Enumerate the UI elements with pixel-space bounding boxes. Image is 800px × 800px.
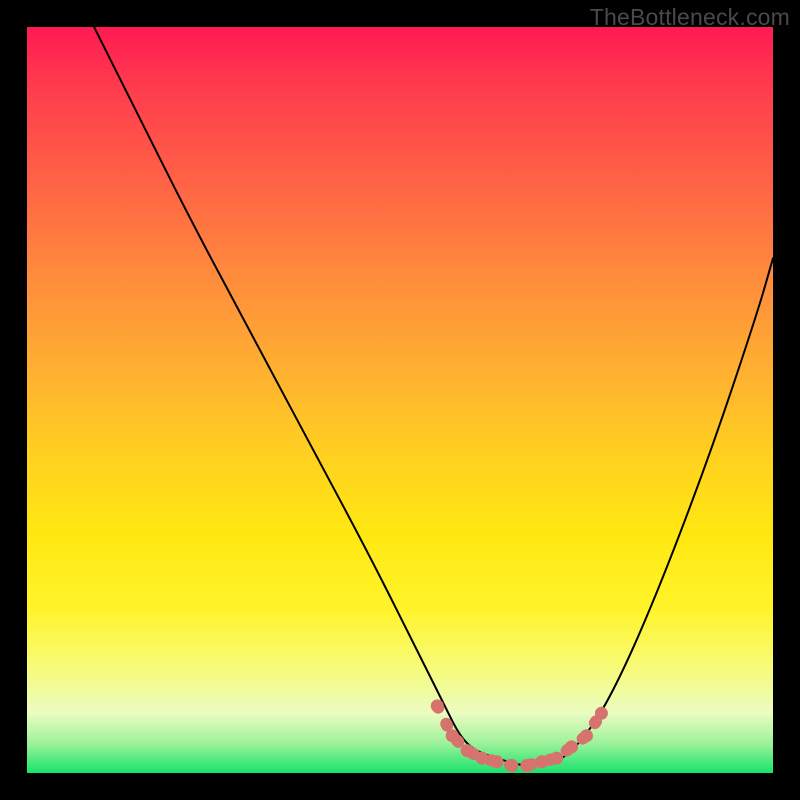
flat-marker-dot (431, 699, 444, 712)
flat-marker-dot (580, 729, 593, 742)
flat-marker-dot (550, 752, 563, 765)
bottleneck-curve-path (94, 27, 773, 766)
chart-frame: TheBottleneck.com (0, 0, 800, 800)
flat-marker-dot (520, 759, 533, 772)
flat-markers-group (431, 699, 608, 772)
flat-marker-dot (505, 759, 518, 772)
flat-marker-dot (565, 740, 578, 753)
flat-marker-dot (476, 752, 489, 765)
flat-marker-dot (461, 744, 474, 757)
flat-marker-dot (446, 729, 459, 742)
flat-marker-dot (535, 755, 548, 768)
flat-marker-dot (491, 755, 504, 768)
plot-area (27, 27, 773, 773)
curve-layer (27, 27, 773, 773)
flat-marker-dot (595, 707, 608, 720)
